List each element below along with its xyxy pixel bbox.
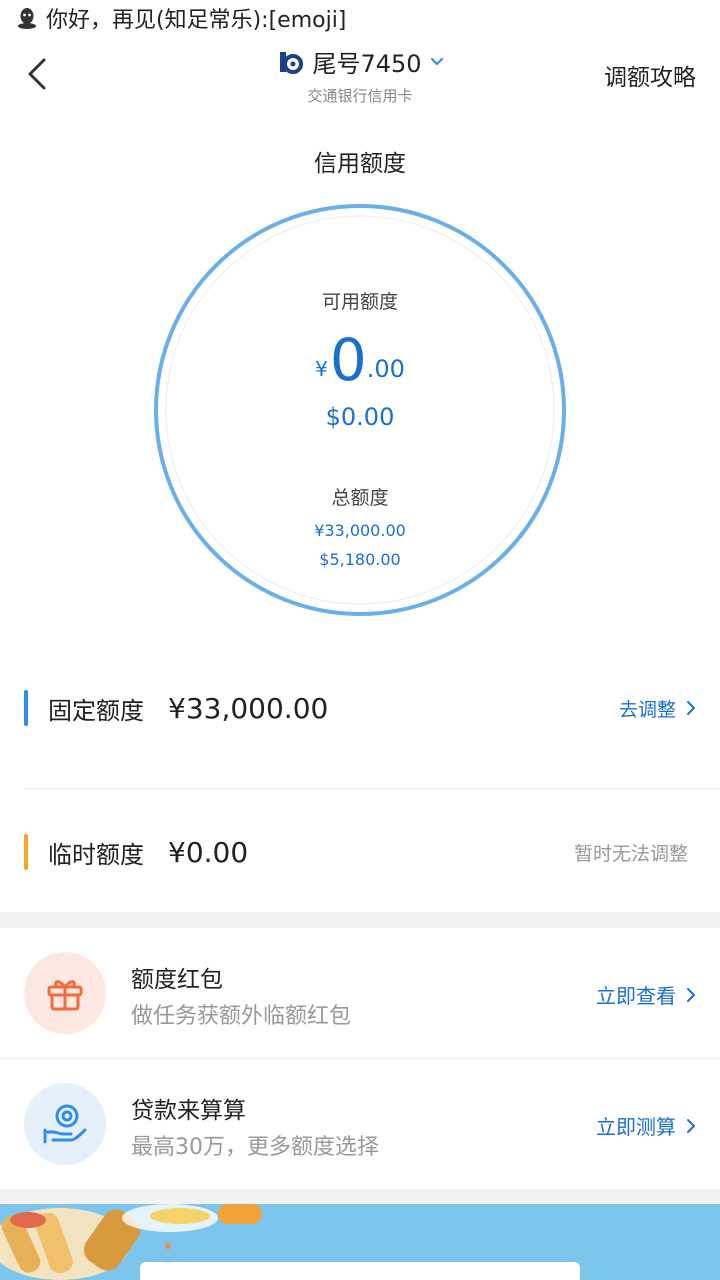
temp-limit-row: 临时额度 ¥0.00 暂时无法调整 (24, 822, 696, 882)
temp-limit-status: 暂时无法调整 (574, 839, 688, 866)
chevron-right-icon (687, 1118, 695, 1133)
available-decimal: .00 (366, 355, 405, 383)
total-label: 总额度 (331, 487, 389, 509)
temp-limit-indicator (24, 834, 28, 870)
available-usd: $0.00 (325, 403, 395, 431)
promo-subtitle: 最高30万，更多额度选择 (131, 1135, 379, 1160)
calculate-now-label: 立即测算 (596, 1115, 676, 1139)
available-currency: ¥ (315, 357, 328, 381)
promo-subtitle: 做任务获额外临额红包 (131, 1004, 352, 1029)
adjust-label: 去调整 (618, 698, 676, 721)
view-now-button[interactable]: 立即查看 (596, 980, 696, 1009)
promo-banner[interactable] (0, 1204, 720, 1280)
bank-name: 交通银行信用卡 (307, 87, 413, 105)
coin-hand-icon (43, 1104, 87, 1144)
credit-title: 信用额度 (314, 151, 406, 177)
banner-card (140, 1262, 580, 1280)
promo-title: 贷款来算算 (131, 1098, 246, 1124)
promo-loan-calc[interactable]: 贷款来算算 最高30万，更多额度选择 立即测算 (0, 1059, 720, 1189)
temp-limit-label: 临时额度 (48, 840, 144, 869)
status-message: 你好，再见(知足常乐):[emoji] (46, 8, 347, 33)
fixed-limit-row: 固定额度 ¥33,000.00 去调整 (24, 678, 696, 738)
adjust-fixed-limit-button[interactable]: 去调整 (619, 695, 696, 722)
temp-limit-value: ¥0.00 (168, 835, 249, 869)
total-usd: $5,180.00 (319, 550, 401, 569)
fixed-limit-value: ¥33,000.00 (168, 691, 329, 725)
fixed-limit-indicator (24, 690, 28, 726)
view-now-label: 立即查看 (596, 984, 676, 1008)
credit-ring: 可用额度 ¥ 0 .00 $0.00 总额度 ¥33,000.00 $5,180… (153, 203, 567, 617)
card-tail-number: 尾号7450 (312, 50, 422, 78)
divider (24, 788, 720, 789)
header: 尾号7450 交通银行信用卡 调额攻略 (0, 38, 720, 110)
gift-icon (47, 980, 83, 1011)
section-gap (0, 912, 720, 928)
section-gap (0, 1189, 720, 1204)
gift-icon-wrap (24, 952, 106, 1034)
status-bar: 你好，再见(知足常乐):[emoji] (0, 0, 720, 36)
available-amount: ¥ 0 .00 (153, 331, 567, 389)
card-selector[interactable]: 尾号7450 交通银行信用卡 (210, 44, 510, 106)
calculate-now-button[interactable]: 立即测算 (596, 1111, 696, 1140)
promo-title: 额度红包 (131, 967, 223, 993)
fixed-limit-label: 固定额度 (48, 696, 144, 725)
total-cny: ¥33,000.00 (314, 521, 406, 540)
back-arrow-icon[interactable] (22, 54, 54, 94)
available-integer: 0 (329, 326, 367, 394)
chevron-down-icon (430, 57, 443, 65)
adjust-guide-link[interactable]: 调额攻略 (604, 58, 696, 92)
bank-logo-icon (280, 51, 304, 74)
qq-penguin-icon (18, 8, 36, 29)
chevron-right-icon (687, 987, 695, 1002)
promo-red-packet[interactable]: 额度红包 做任务获额外临额红包 立即查看 (0, 928, 720, 1058)
temp-limit-status-text: 暂时无法调整 (573, 842, 688, 865)
chevron-right-icon (687, 701, 695, 715)
coin-hand-icon-wrap (24, 1083, 106, 1165)
available-label: 可用额度 (321, 291, 398, 313)
